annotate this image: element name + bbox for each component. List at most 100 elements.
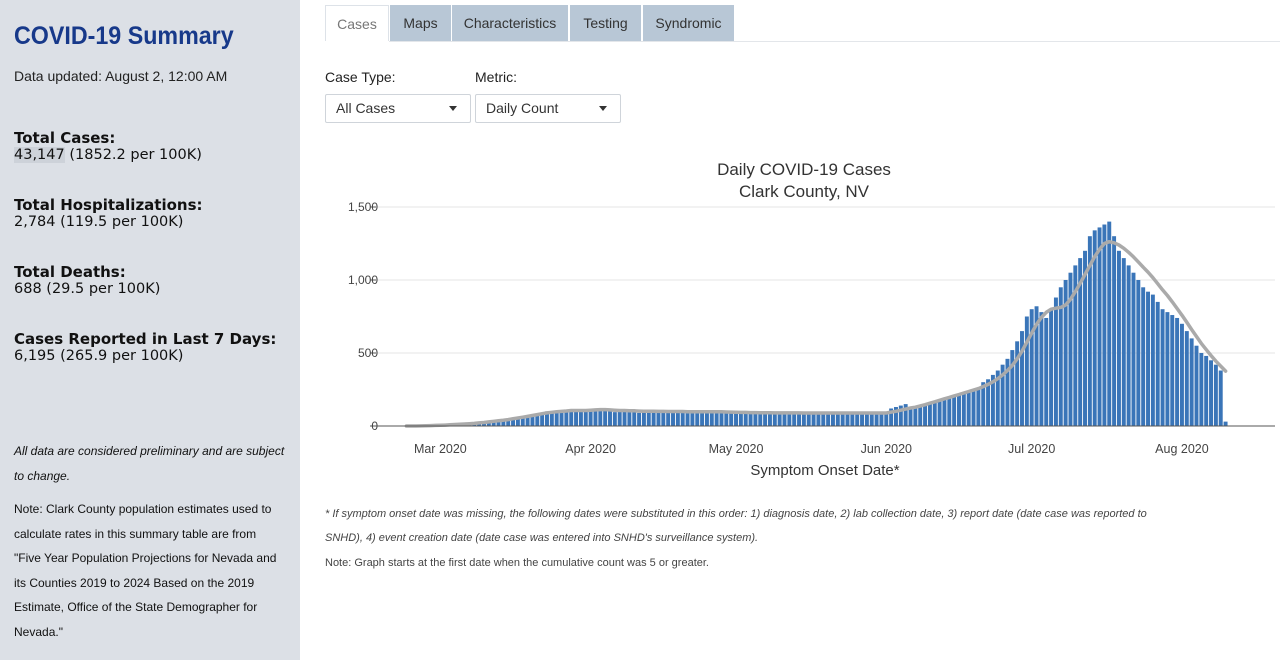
bar — [860, 413, 865, 426]
bar — [554, 412, 559, 426]
population-note: Note: Clark County population estimates … — [14, 502, 277, 639]
bar — [564, 410, 569, 426]
bar — [947, 396, 952, 426]
total-hospitalizations-stat: Total Hospitalizations: 2,784 (119.5 per… — [14, 197, 203, 231]
bar — [976, 388, 981, 426]
last-7-days-label: Cases Reported in Last 7 Days: — [14, 330, 277, 348]
bar — [1102, 224, 1107, 426]
tab-maps[interactable]: Maps — [390, 5, 451, 41]
y-tick-label: 1,500 — [348, 200, 378, 214]
bar — [709, 412, 714, 426]
bar — [559, 411, 564, 426]
bar — [666, 412, 671, 426]
chart-subtitle: Clark County, NV — [739, 182, 870, 201]
bar — [845, 412, 850, 426]
chart-title: Daily COVID-19 Cases — [717, 160, 891, 179]
bar — [632, 412, 637, 426]
bar — [641, 411, 646, 426]
bar — [772, 413, 777, 426]
bar — [1116, 250, 1121, 426]
bar — [821, 413, 826, 426]
total-hospitalizations-label: Total Hospitalizations: — [14, 196, 203, 214]
chevron-down-icon — [449, 106, 457, 111]
footnote-graph-start: Note: Graph starts at the first date whe… — [325, 557, 709, 569]
bar-series — [418, 221, 1228, 426]
bar — [1049, 309, 1054, 426]
chevron-down-icon — [599, 106, 607, 111]
bar — [1024, 316, 1029, 426]
summary-title: COVID-19 Summary — [14, 22, 234, 50]
bar — [612, 412, 617, 426]
bar — [801, 414, 806, 426]
bar — [777, 412, 782, 426]
bar — [574, 411, 579, 426]
bar — [743, 412, 748, 426]
bar — [961, 392, 966, 426]
bar — [952, 395, 957, 426]
metric-dropdown[interactable]: Daily Count — [475, 94, 621, 123]
total-cases-value: 43,147 (1852.2 per 100K) — [14, 147, 202, 164]
bar — [1194, 345, 1199, 426]
bar — [879, 413, 884, 426]
bar — [608, 411, 612, 426]
bar — [1189, 338, 1194, 426]
bar — [1131, 272, 1136, 426]
data-updated-text: Data updated: August 2, 12:00 AM — [14, 68, 228, 84]
bar — [748, 412, 753, 426]
bar — [685, 412, 690, 426]
bar — [1179, 323, 1184, 426]
bar — [1165, 312, 1170, 426]
bar — [787, 412, 792, 426]
bar — [1204, 355, 1209, 426]
bar — [942, 398, 947, 426]
bar — [835, 412, 840, 426]
bar — [622, 409, 627, 426]
footnote-onset-2: SNHD), 4) event creation date (date case… — [325, 532, 759, 544]
bar — [603, 409, 608, 426]
bar — [549, 412, 554, 426]
bar — [1175, 317, 1180, 426]
bar — [656, 411, 661, 426]
total-deaths-stat: Total Deaths: 688 (29.5 per 100K) — [14, 264, 160, 298]
y-axis-ticks: 05001,0001,500 — [348, 200, 378, 433]
bar — [758, 412, 763, 426]
bar — [1218, 370, 1223, 426]
summary-sidebar: COVID-19 Summary Data updated: August 2,… — [0, 0, 300, 660]
bar — [680, 411, 685, 426]
bar — [826, 412, 831, 426]
bar — [1044, 317, 1049, 426]
tab-cases[interactable]: Cases — [325, 5, 389, 41]
y-tick-label: 500 — [358, 346, 378, 360]
metric-label: Metric: — [475, 69, 517, 85]
x-tick-label: May 2020 — [709, 442, 764, 456]
bar — [1107, 221, 1112, 426]
x-tick-label: Mar 2020 — [414, 442, 467, 456]
bar — [695, 411, 700, 426]
x-tick-label: Apr 2020 — [565, 442, 616, 456]
bar — [588, 409, 593, 426]
daily-cases-chart: Daily COVID-19 Cases Clark County, NV 05… — [348, 160, 1275, 479]
case-type-dropdown[interactable]: All Cases — [325, 94, 471, 123]
tab-syndromic[interactable]: Syndromic — [643, 5, 734, 41]
last-7-days-stat: Cases Reported in Last 7 Days: 6,195 (26… — [14, 331, 276, 365]
total-cases-number: 43,147 — [14, 147, 65, 163]
bar — [704, 411, 709, 426]
total-deaths-label: Total Deaths: — [14, 263, 126, 281]
bar — [913, 408, 918, 426]
bar — [738, 412, 743, 426]
bar — [874, 412, 879, 426]
bar — [1053, 297, 1058, 426]
tab-characteristics[interactable]: Characteristics — [452, 5, 568, 41]
bar — [753, 413, 758, 426]
bar — [937, 399, 942, 426]
bar — [690, 412, 695, 426]
bar — [927, 402, 932, 426]
bar — [1160, 309, 1165, 426]
bar — [1170, 315, 1175, 426]
x-tick-label: Jun 2020 — [861, 442, 912, 456]
tab-testing[interactable]: Testing — [570, 5, 641, 41]
tab-divider — [389, 41, 1280, 42]
x-axis-title: Symptom Onset Date* — [750, 462, 899, 479]
total-cases-rate: (1852.2 per 100K) — [64, 147, 202, 163]
bar — [1029, 309, 1034, 426]
